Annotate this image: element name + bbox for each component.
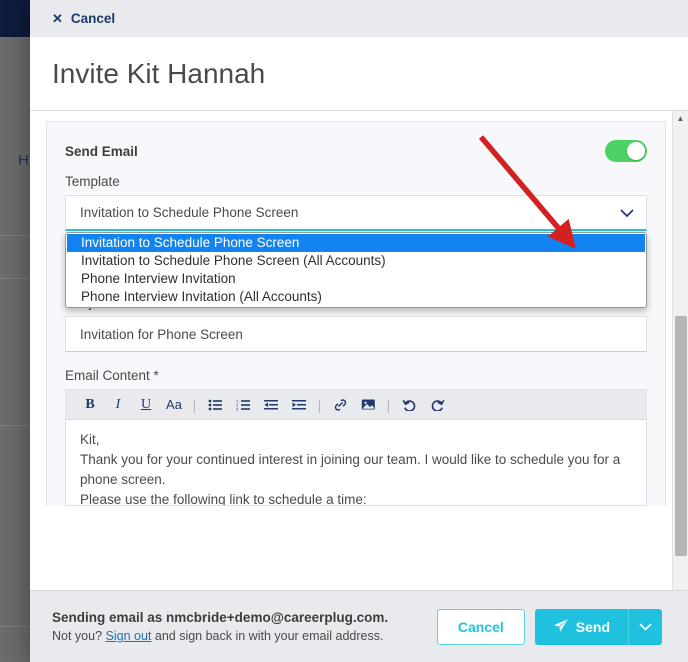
email-body-line: Kit, <box>80 432 100 447</box>
redo-icon[interactable] <box>423 392 451 418</box>
not-you-prefix: Not you? <box>52 629 106 643</box>
email-content-label: Email Content * <box>65 368 159 383</box>
paper-plane-icon <box>553 618 569 636</box>
email-body-line: Please use the following link to schedul… <box>80 492 367 506</box>
svg-text:3: 3 <box>236 406 239 410</box>
modal-body: Send Email Template Invitation to Schedu… <box>30 111 688 590</box>
vertical-scrollbar[interactable]: ▲ <box>672 111 688 590</box>
underline-icon[interactable]: U <box>132 392 160 418</box>
send-email-card: Send Email Template Invitation to Schedu… <box>46 121 666 506</box>
email-body-line: Thank you for your continued interest in… <box>80 452 621 487</box>
image-icon[interactable] <box>354 392 382 418</box>
form-content: Send Email Template Invitation to Schedu… <box>30 111 688 506</box>
send-button[interactable]: Send <box>534 608 628 645</box>
editor-toolbar: B I U Aa | 1 2 3 | | <box>65 389 647 420</box>
toolbar-separator: | <box>317 396 322 413</box>
toolbar-separator: | <box>192 396 197 413</box>
sending-as-text: Sending email as nmcbride+demo@careerplu… <box>52 610 389 625</box>
template-select-wrapper: Invitation to Schedule Phone Screen Invi… <box>65 195 647 308</box>
modal-topbar: ✕ Cancel <box>30 0 688 37</box>
email-content-editor[interactable]: Kit, Thank you for your continued intere… <box>65 420 647 506</box>
send-email-label: Send Email <box>65 143 138 159</box>
template-option[interactable]: Phone Interview Invitation <box>67 270 645 288</box>
background-partial-text: H <box>18 152 29 169</box>
template-option[interactable]: Invitation to Schedule Phone Screen (All… <box>67 252 645 270</box>
italic-icon[interactable]: I <box>104 392 132 418</box>
bold-icon[interactable]: B <box>76 392 104 418</box>
sender-info: Sending email as nmcbride+demo@careerplu… <box>52 610 388 643</box>
chevron-down-icon <box>620 206 634 220</box>
sign-out-link[interactable]: Sign out <box>106 629 152 643</box>
undo-icon[interactable] <box>395 392 423 418</box>
scroll-up-arrow-icon[interactable]: ▲ <box>673 111 688 125</box>
toggle-knob <box>627 142 645 160</box>
footer-actions: Cancel Send <box>436 608 662 645</box>
close-icon: ✕ <box>52 11 63 26</box>
cancel-top-label: Cancel <box>70 11 116 26</box>
toolbar-separator: | <box>386 396 391 413</box>
indent-icon[interactable] <box>285 392 313 418</box>
invite-modal: ✕ Cancel Invite Kit Hannah Send Email Te… <box>30 0 688 662</box>
send-button-label: Send <box>575 618 610 635</box>
cancel-top-button[interactable]: ✕ Cancel <box>52 11 115 26</box>
link-icon[interactable] <box>326 392 354 418</box>
font-size-icon[interactable]: Aa <box>160 392 188 418</box>
scrollbar-thumb[interactable] <box>675 316 687 556</box>
modal-footer: Sending email as nmcbride+demo@careerplu… <box>30 590 688 662</box>
template-select-value: Invitation to Schedule Phone Screen <box>80 205 299 220</box>
template-label: Template <box>65 174 120 189</box>
cancel-button[interactable]: Cancel <box>436 608 525 645</box>
outdent-icon[interactable] <box>257 392 285 418</box>
send-email-toggle[interactable] <box>605 140 647 162</box>
numbered-list-icon[interactable]: 1 2 3 <box>229 392 257 418</box>
send-email-header: Send Email <box>65 140 647 162</box>
send-options-caret-icon[interactable] <box>628 608 662 645</box>
template-option[interactable]: Invitation to Schedule Phone Screen <box>67 234 645 252</box>
template-select[interactable]: Invitation to Schedule Phone Screen <box>65 195 647 231</box>
send-split-button: Send <box>534 608 662 645</box>
bulleted-list-icon[interactable] <box>201 392 229 418</box>
not-you-text: Not you? Sign out and sign back in with … <box>52 629 388 643</box>
modal-titlebar: Invite Kit Hannah <box>30 37 688 111</box>
template-option[interactable]: Phone Interview Invitation (All Accounts… <box>67 288 645 306</box>
subject-input[interactable]: Invitation for Phone Screen <box>65 316 647 352</box>
page-title: Invite Kit Hannah <box>52 57 266 89</box>
not-you-suffix: and sign back in with your email address… <box>151 629 384 643</box>
template-options-list[interactable]: Invitation to Schedule Phone Screen Invi… <box>65 232 647 308</box>
